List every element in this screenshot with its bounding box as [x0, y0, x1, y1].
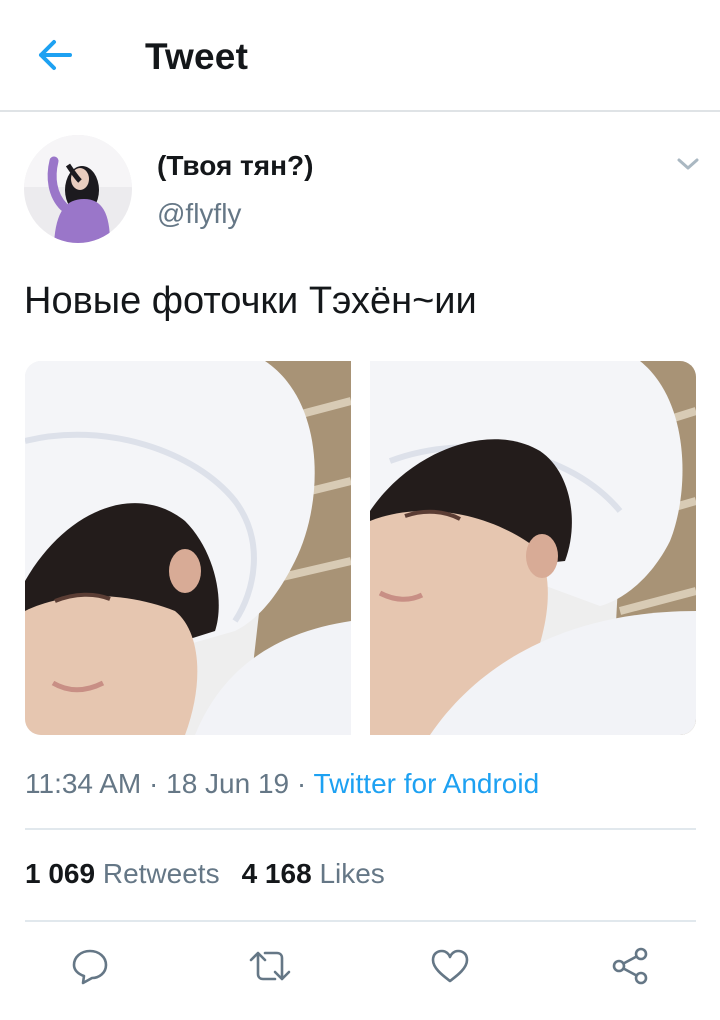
- retweets-stat[interactable]: 1 069 Retweets: [25, 858, 220, 889]
- back-button[interactable]: [30, 34, 80, 80]
- reply-button[interactable]: [66, 944, 114, 992]
- tweet-text: Новые фоточки Тэхён~ии: [24, 280, 477, 322]
- share-button[interactable]: [606, 944, 654, 992]
- tweet-photo-1[interactable]: [25, 361, 351, 735]
- retweet-icon: [248, 946, 292, 991]
- retweets-count: 1 069: [25, 858, 96, 889]
- chevron-down-icon: [676, 156, 700, 177]
- tweet-date: 18 Jun 19: [166, 768, 290, 799]
- tweet-source-link[interactable]: Twitter for Android: [314, 768, 540, 799]
- retweets-label: Retweets: [102, 858, 220, 889]
- likes-label: Likes: [319, 858, 385, 889]
- divider: [25, 920, 696, 922]
- like-button[interactable]: [426, 944, 474, 992]
- heart-icon: [429, 946, 471, 991]
- divider: [25, 828, 696, 830]
- arrow-left-icon: [37, 39, 73, 76]
- page-title: Tweet: [145, 36, 249, 77]
- tweet-time: 11:34 AM: [25, 768, 142, 799]
- retweet-button[interactable]: [246, 944, 294, 992]
- tweet-photo-2[interactable]: [370, 361, 696, 735]
- meta-separator-2: ·: [289, 768, 314, 799]
- tweet-stats: 1 069 Retweets 4 168 Likes: [25, 858, 385, 890]
- top-app-bar: Tweet: [0, 0, 720, 112]
- author-avatar[interactable]: [24, 135, 132, 243]
- meta-separator: ·: [141, 768, 167, 799]
- likes-stat[interactable]: 4 168 Likes: [242, 858, 385, 889]
- author-display-name[interactable]: (Твоя тян?): [157, 150, 313, 182]
- likes-count: 4 168: [241, 858, 312, 889]
- author-handle[interactable]: @flyfly: [157, 198, 241, 230]
- reply-icon: [70, 946, 110, 991]
- tweet-meta: 11:34 AM · 18 Jun 19 · Twitter for Andro…: [25, 768, 539, 800]
- share-icon: [609, 945, 651, 992]
- tweet-options-button[interactable]: [672, 152, 704, 180]
